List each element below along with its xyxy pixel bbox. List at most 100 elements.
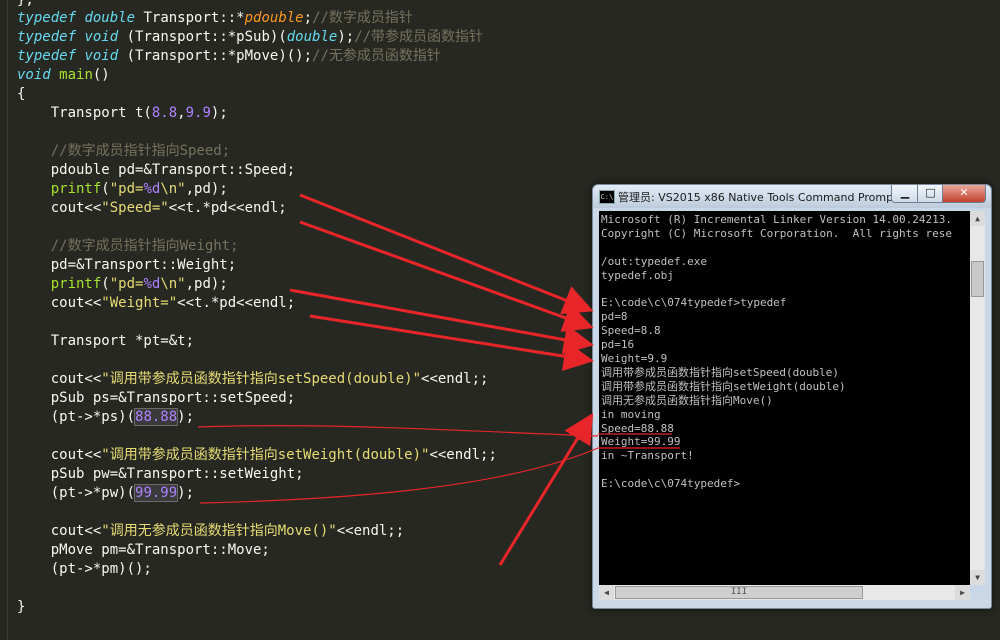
code-token: (pt->*pw)( <box>17 485 136 501</box>
code-line[interactable]: (pt->*pm)(); <box>17 560 152 579</box>
code-token: //带参成员函数指针 <box>354 29 484 45</box>
window-titlebar[interactable]: C:\ 管理员: VS2015 x86 Native Tools Command… <box>593 185 991 208</box>
code-token: "Weight=" <box>101 295 178 311</box>
code-line[interactable]: cout<<"Speed="<<t.*pd<<endl; <box>17 199 287 218</box>
code-token: ( <box>101 276 110 292</box>
code-token: double <box>84 10 136 26</box>
code-token: ); <box>177 409 195 425</box>
code-token: \n" <box>160 181 186 197</box>
code-token: <<t.*pd<<endl; <box>168 200 287 216</box>
code-token: "调用无参成员函数指针指向Move()" <box>101 523 337 539</box>
code-line[interactable]: cout<<"调用带参成员函数指针指向setWeight(double)"<<e… <box>17 446 497 465</box>
code-token: void <box>84 29 119 45</box>
code-token: 99.99 <box>134 484 179 502</box>
console-line: in moving <box>601 407 661 421</box>
code-token: pdouble pd=&Transport::Speed; <box>17 162 296 178</box>
code-line[interactable]: void main() <box>17 66 110 85</box>
code-token: (Transport::*pMove)(); <box>118 48 313 64</box>
code-token: ,pd); <box>185 276 228 292</box>
code-token: "调用带参成员函数指针指向setWeight(double)" <box>101 447 430 463</box>
console-line: E:\code\c\074typedef>typedef <box>601 296 787 310</box>
code-line[interactable]: } <box>17 598 25 617</box>
code-token: double <box>286 29 338 45</box>
code-token: ); <box>337 29 355 45</box>
code-token: () <box>92 67 110 83</box>
code-line[interactable]: cout<<"调用带参成员函数指针指向setSpeed(double)"<<en… <box>17 370 489 389</box>
code-token: %d <box>143 276 161 292</box>
code-token: void <box>84 48 119 64</box>
scroll-up-icon[interactable]: ▲ <box>970 211 985 226</box>
code-line[interactable]: pMove pm=&Transport::Move; <box>17 541 270 560</box>
code-line[interactable]: (pt->*pw)(99.99); <box>17 484 194 503</box>
code-line[interactable]: typedef double Transport::*pdouble;//数字成… <box>17 9 413 28</box>
maximize-button[interactable]: □ <box>917 185 944 203</box>
code-token: } <box>17 599 26 615</box>
console-line: pd=8 <box>601 310 628 324</box>
console-output[interactable]: Microsoft (R) Incremental Linker Version… <box>599 211 970 585</box>
vertical-scroll-thumb[interactable] <box>971 261 984 297</box>
code-token: printf <box>17 276 102 292</box>
scroll-down-icon[interactable]: ▼ <box>970 570 985 585</box>
code-token: //数字成员指针指向Weight; <box>17 238 239 254</box>
code-token: ,pd); <box>185 181 228 197</box>
code-token: (pt->*pm)(); <box>17 561 152 577</box>
console-line: Weight=99.99 <box>601 435 681 449</box>
code-line[interactable]: (pt->*ps)(88.88); <box>17 408 194 427</box>
minimize-button[interactable]: ▁ <box>891 185 919 203</box>
close-button[interactable]: ✕ <box>942 185 986 203</box>
horizontal-scrollbar[interactable]: ◀ III ▶ <box>599 585 970 600</box>
code-line[interactable]: cout<<"调用无参成员函数指针指向Move()"<<endl;; <box>17 522 404 541</box>
code-token: printf <box>17 181 102 197</box>
console-line: Speed=8.8 <box>601 324 661 338</box>
code-token: 8.8 <box>151 105 178 121</box>
vertical-scrollbar[interactable]: ▲ ▼ <box>970 211 985 585</box>
code-token: <<endl;; <box>336 523 405 539</box>
code-line[interactable]: { <box>17 85 25 104</box>
console-line: Copyright (C) Microsoft Corporation. All… <box>601 226 952 240</box>
code-line[interactable]: printf("pd=%d\n",pd); <box>17 275 228 294</box>
code-token: "Speed=" <box>101 200 169 216</box>
code-token: "pd= <box>109 181 144 197</box>
code-line[interactable]: typedef void (Transport::*pMove)();//无参成… <box>17 47 441 66</box>
code-line[interactable]: pdouble pd=&Transport::Speed; <box>17 161 295 180</box>
code-line[interactable]: cout<<"Weight="<<t.*pd<<endl; <box>17 294 295 313</box>
console-line: Speed=88.88 <box>601 421 674 435</box>
horizontal-scroll-thumb[interactable]: III <box>615 586 863 599</box>
code-token: "调用带参成员函数指针指向setSpeed(double)" <box>101 371 422 387</box>
code-token: Transport t( <box>17 105 152 121</box>
code-token: ( <box>101 181 110 197</box>
code-token: <<endl;; <box>421 371 489 387</box>
code-token: //无参成员函数指针 <box>312 48 441 64</box>
code-token: main <box>59 67 93 83</box>
console-line: 调用带参成员函数指针指向setSpeed(double) <box>601 365 839 379</box>
scroll-right-icon[interactable]: ▶ <box>955 585 970 600</box>
code-token: ); <box>177 485 195 501</box>
code-token: cout<< <box>17 200 102 216</box>
code-line[interactable]: Transport *pt=&t; <box>17 332 194 351</box>
code-token: <<endl;; <box>429 447 497 463</box>
console-line: /out:typedef.exe <box>601 254 707 268</box>
code-line[interactable]: typedef void (Transport::*pSub)(double);… <box>17 28 483 47</box>
code-line[interactable]: pSub pw=&Transport::setWeight; <box>17 465 304 484</box>
code-token: cout<< <box>17 295 102 311</box>
code-token: pSub ps=&Transport::setSpeed; <box>17 390 296 406</box>
code-token: Transport *pt=&t; <box>17 333 195 349</box>
console-line: 调用带参成员函数指针指向setWeight(double) <box>601 379 846 393</box>
code-line[interactable]: Transport t(8.8,9.9); <box>17 104 228 123</box>
code-token: pSub pw=&Transport::setWeight; <box>17 466 304 482</box>
code-token: //数字成员指针指向Speed; <box>17 143 231 159</box>
code-token: }; <box>17 0 34 8</box>
command-prompt-window[interactable]: C:\ 管理员: VS2015 x86 Native Tools Command… <box>592 184 992 609</box>
code-token: //数字成员指针 <box>312 10 413 26</box>
code-token: 9.9 <box>185 105 211 121</box>
code-line[interactable]: //数字成员指针指向Weight; <box>17 237 239 256</box>
code-line[interactable]: printf("pd=%d\n",pd); <box>17 180 228 199</box>
console-line: Weight=9.9 <box>601 352 668 365</box>
code-line[interactable]: pSub ps=&Transport::setSpeed; <box>17 389 295 408</box>
code-token: void <box>17 67 51 83</box>
code-line[interactable]: //数字成员指针指向Speed; <box>17 142 230 161</box>
console-line: Microsoft (R) Incremental Linker Version… <box>601 213 952 226</box>
code-line[interactable]: pd=&Transport::Weight; <box>17 256 236 275</box>
scroll-left-icon[interactable]: ◀ <box>599 585 614 600</box>
